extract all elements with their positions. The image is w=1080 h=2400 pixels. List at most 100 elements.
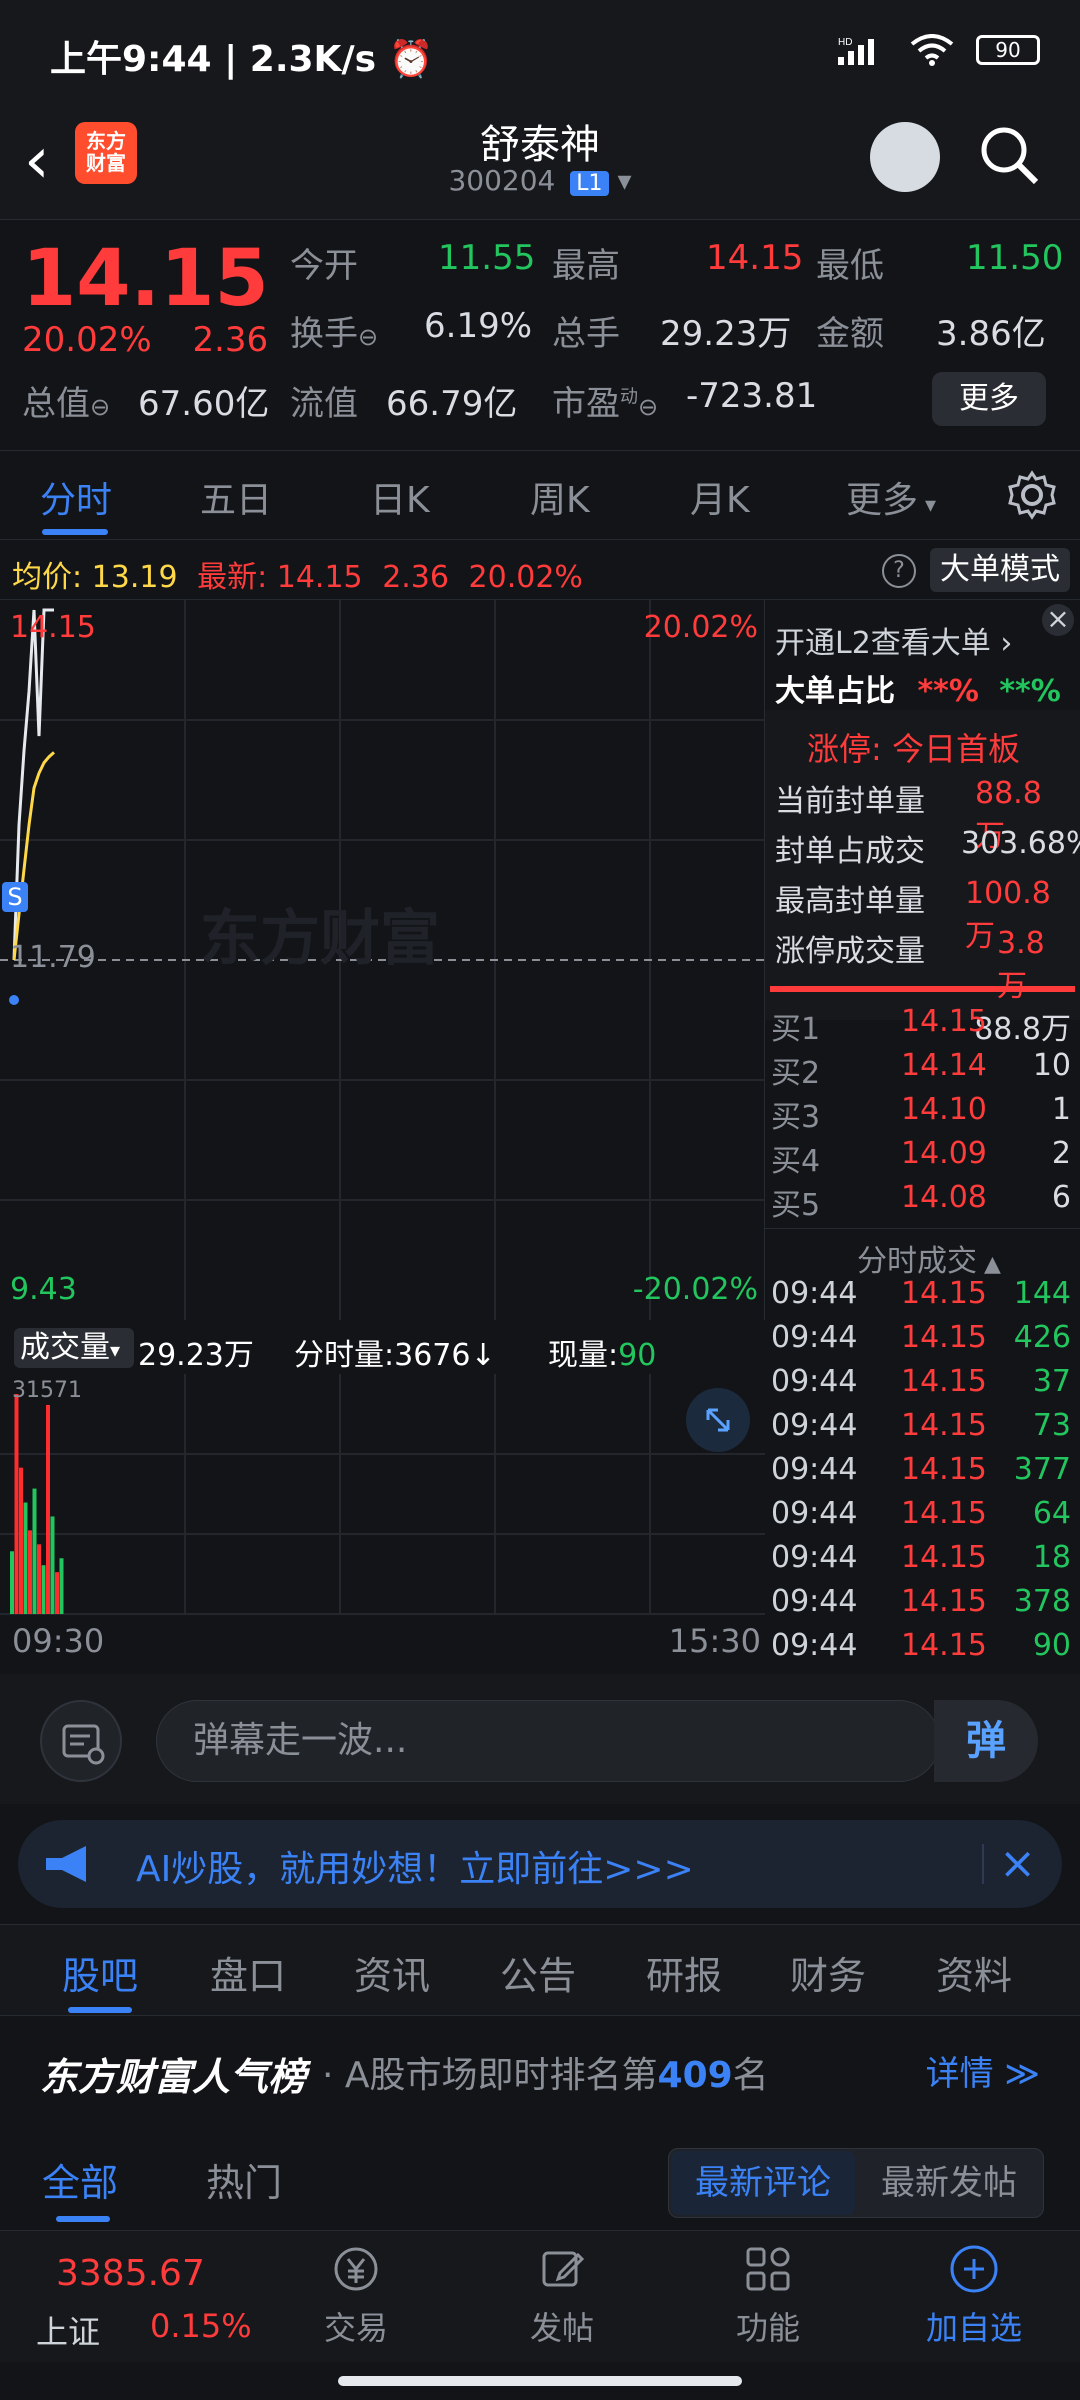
index-pct: 0.15% xyxy=(150,2307,252,2345)
high-label: 最高 xyxy=(552,246,620,286)
order-book-panel: × 开通L2查看大单 › 大单占比 **% **% 涨停: 今日首板 当前封单量… xyxy=(765,600,1080,1670)
ai-promo-banner[interactable]: AI炒股，就用妙想！立即前往>>> × xyxy=(18,1820,1062,1908)
trade-row: 09:44 14.15 377 xyxy=(771,1452,1071,1487)
trade-volume: 426 xyxy=(1013,1320,1071,1355)
avg-value: 13.19 xyxy=(91,560,178,595)
tab-zhouk[interactable]: 周K xyxy=(530,471,590,523)
bid-4-vol: 2 xyxy=(1051,1136,1071,1171)
mktcap-field[interactable]: 总值⊖ xyxy=(22,376,110,425)
help-icon[interactable]: ? xyxy=(882,554,916,588)
pct-axis-bottom: -20.02% xyxy=(632,1272,758,1307)
price-axis-mid: 11.79 xyxy=(10,940,96,975)
tab-rik[interactable]: 日K xyxy=(370,471,430,523)
pe-field[interactable]: 市盈动⊖ xyxy=(552,376,658,425)
bid-3-price: 14.10 xyxy=(901,1092,987,1127)
close-icon[interactable]: × xyxy=(1042,604,1074,636)
latest-chg: 2.36 xyxy=(382,560,449,595)
gesture-bar[interactable] xyxy=(338,2376,742,2386)
tab-guba[interactable]: 股吧 xyxy=(62,1945,138,2000)
bid-5-label: 买5 xyxy=(771,1188,821,1223)
post-filters: 全部 热门 最新评论 最新发帖 xyxy=(0,2126,1080,2230)
trade-time: 09:44 xyxy=(771,1496,858,1531)
tab-zixun[interactable]: 资讯 xyxy=(354,1945,430,2000)
info-icon: ⊖ xyxy=(358,323,379,351)
caret-down-icon: ▾ xyxy=(110,1338,121,1362)
filter-all[interactable]: 全部 xyxy=(42,2152,118,2207)
intraday-info-bar: 均价: 13.19 最新: 14.15 2.36 20.02% ? 大单模式 xyxy=(0,540,1080,600)
big-order-mode-button[interactable]: 大单模式 xyxy=(930,548,1070,592)
big-order-red: **% xyxy=(917,674,979,709)
expand-icon[interactable] xyxy=(686,1388,750,1452)
trade-row: 09:44 14.15 426 xyxy=(771,1320,1071,1355)
big-order-green: **% xyxy=(999,674,1061,709)
watermark-text: 东方财富 xyxy=(200,904,440,974)
limit-row-2: 封单占成交 303.68% xyxy=(775,826,1080,870)
sort-latest-comment[interactable]: 最新评论 xyxy=(671,2151,855,2215)
tab-ziliao[interactable]: 资料 xyxy=(936,1945,1012,2000)
limit-row-2-k: 封单占成交 xyxy=(775,834,925,869)
bid-4-price: 14.09 xyxy=(901,1136,987,1171)
nav-post[interactable]: 发帖 xyxy=(492,2241,632,2349)
nav-trade[interactable]: 交易 xyxy=(286,2241,426,2349)
volume-indicator-select[interactable]: 成交量▾ xyxy=(14,1328,134,1368)
filter-hot[interactable]: 热门 xyxy=(206,2152,282,2207)
more-button[interactable]: 更多 xyxy=(932,372,1046,426)
current-volume-value: 90 xyxy=(618,1338,657,1373)
danmaku-input[interactable]: 弹幕走一波... xyxy=(156,1700,940,1782)
tab-yuek[interactable]: 月K xyxy=(690,471,750,523)
tick-trades-title[interactable]: 分时成交 ▲ xyxy=(857,1236,1001,1280)
fenshi-volume: 分时量:3676↓ xyxy=(294,1338,496,1373)
latest-price: 14.15 xyxy=(276,560,363,595)
high-field: 最高 xyxy=(552,238,620,287)
sort-latest-post[interactable]: 最新发帖 xyxy=(857,2151,1041,2215)
amount-label: 金额 xyxy=(816,314,884,354)
caret-up-icon: ▲ xyxy=(977,1252,1001,1277)
price-change: 20.02% 2.36 xyxy=(22,320,268,360)
big-order-label: 大单占比 xyxy=(775,674,895,709)
l2-upgrade-link[interactable]: 开通L2查看大单 › xyxy=(775,618,1012,662)
volume-chart[interactable]: 31571 09:30 15:30 xyxy=(0,1374,765,1674)
info-icon: ⊖ xyxy=(90,393,111,421)
wifi-icon xyxy=(910,34,954,66)
tab-pankou[interactable]: 盘口 xyxy=(210,1945,286,2000)
tab-yanbao[interactable]: 研报 xyxy=(646,1945,722,2000)
search-icon[interactable] xyxy=(974,120,1046,192)
index-value[interactable]: 3385.67 xyxy=(56,2253,205,2294)
sell-point-marker[interactable]: S xyxy=(2,882,28,912)
pe-value: -723.81 xyxy=(686,376,818,416)
avg-label: 均价: xyxy=(12,560,83,595)
trade-row: 09:44 14.15 73 xyxy=(771,1408,1071,1443)
limit-row-1-k: 当前封单量 xyxy=(775,784,925,819)
stock-code: 300204 xyxy=(448,164,556,197)
tab-gonggao[interactable]: 公告 xyxy=(500,1945,576,2000)
latest-pct: 20.02% xyxy=(468,560,583,595)
latest-label: 最新: xyxy=(197,560,268,595)
rank-details-link[interactable]: 详情 ≫ xyxy=(926,2046,1040,2095)
assistant-avatar-icon[interactable] xyxy=(870,122,940,192)
volume-total: 29.23万 xyxy=(138,1338,254,1373)
popularity-rank[interactable]: 东方财富人气榜 · A股市场即时排名第409名 详情 ≫ xyxy=(0,2016,1080,2126)
battery-level: 90 xyxy=(995,38,1021,62)
tab-wuri[interactable]: 五日 xyxy=(200,471,272,523)
volume-bar xyxy=(41,1565,46,1614)
rank-text: · A股市场即时排名第409名 xyxy=(322,2046,769,2098)
turnover-field[interactable]: 换手⊖ xyxy=(290,306,378,355)
bid-2-vol: 10 xyxy=(1032,1048,1071,1083)
intraday-chart[interactable]: 东方财富 14.15 20.02% 11.79 9.43 -20.02% S xyxy=(0,600,765,1320)
gear-icon[interactable] xyxy=(1006,469,1058,521)
danmaku-send-button[interactable]: 弹 xyxy=(934,1700,1038,1782)
tab-more[interactable]: 更多 ▾ xyxy=(846,471,936,523)
float-cap-field: 流值 xyxy=(290,376,358,425)
nav-add-watchlist[interactable]: 加自选 xyxy=(904,2241,1044,2349)
nav-functions[interactable]: 功能 xyxy=(698,2241,838,2349)
tab-fenshi[interactable]: 分时 xyxy=(40,471,112,523)
trade-volume: 18 xyxy=(1032,1540,1071,1575)
close-icon[interactable]: × xyxy=(999,1838,1036,1889)
volume-bar xyxy=(28,1530,32,1614)
chat-settings-icon[interactable] xyxy=(40,1700,122,1782)
bid-row: 买2 14.14 10 xyxy=(771,1048,1071,1092)
tab-caiwu[interactable]: 财务 xyxy=(790,1945,866,2000)
low-field: 最低 xyxy=(816,238,884,287)
trade-price: 14.15 xyxy=(901,1276,987,1311)
status-icons: HD 90 xyxy=(838,34,1040,66)
